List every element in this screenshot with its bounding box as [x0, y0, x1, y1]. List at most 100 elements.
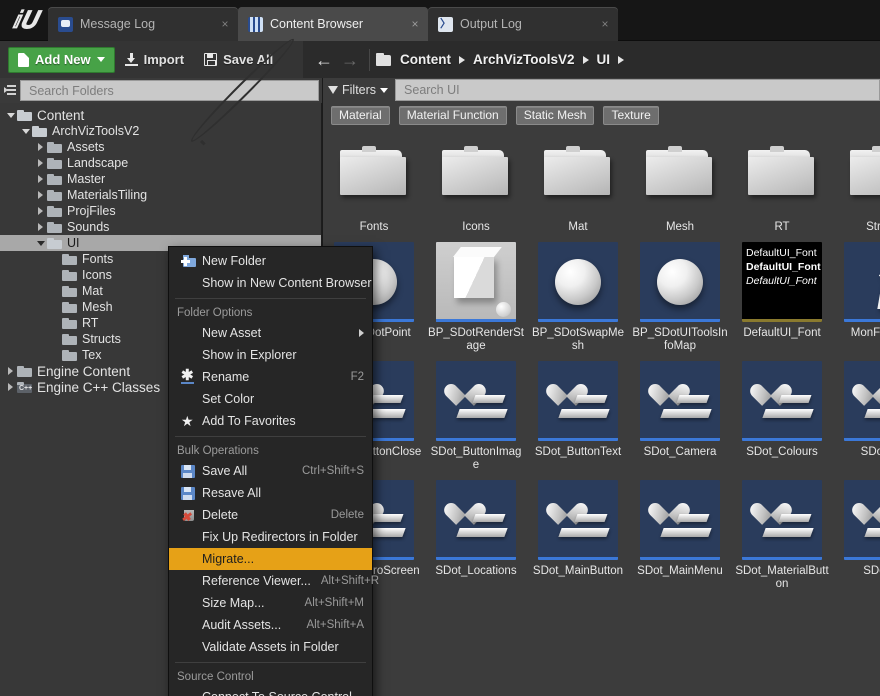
- tree-item-content[interactable]: Content: [0, 107, 321, 123]
- menu-item-add-to-favorites[interactable]: ★ Add To Favorites: [169, 410, 372, 432]
- tile-thumbnail: [436, 242, 516, 322]
- menu-item-connect-to-source-control[interactable]: Connect To Source Control: [169, 686, 372, 696]
- filters-button[interactable]: Filters: [323, 78, 395, 102]
- menu-item-size-map[interactable]: Size Map... Alt+Shift+M: [169, 592, 372, 614]
- menu-item-reference-viewer[interactable]: Reference Viewer... Alt+Shift+R: [169, 570, 379, 592]
- filter-chip-material-function[interactable]: Material Function: [398, 105, 507, 125]
- folder-thumbnail: [340, 146, 408, 200]
- asset-tile-sdot-mainbutton[interactable]: SDot_MainButton: [527, 472, 629, 591]
- menu-item-label: New Folder: [202, 254, 266, 268]
- breadcrumb-item-archviztoolsv2[interactable]: ArchVizToolsV2: [473, 52, 575, 67]
- menu-item-shortcut: F2: [350, 371, 364, 383]
- add-new-button[interactable]: Add New: [8, 46, 115, 73]
- asset-tile-sdot-camera[interactable]: SDot_Camera: [629, 353, 731, 472]
- tree-item-label: ArchVizToolsV2: [52, 124, 140, 138]
- chevron-right-icon[interactable]: [4, 383, 17, 391]
- chevron-right-icon[interactable]: [34, 143, 47, 151]
- menu-item-save-all[interactable]: Save All Ctrl+Shift+S: [169, 460, 372, 482]
- folder-tile-mesh[interactable]: Mesh: [629, 128, 731, 234]
- menu-item-delete[interactable]: ✖ Delete Delete: [169, 504, 372, 526]
- folder-tile-mat[interactable]: Mat: [527, 128, 629, 234]
- tree-item-assets[interactable]: Assets: [0, 139, 321, 155]
- filter-chip-static-mesh[interactable]: Static Mesh: [515, 105, 595, 125]
- asset-tile-sdot-m[interactable]: SDot_M: [833, 472, 880, 591]
- menu-item-resave-all[interactable]: Resave All: [169, 482, 372, 504]
- folder-tile-structs[interactable]: Structs: [833, 128, 880, 234]
- tab-output-log[interactable]: Output Log ×: [428, 7, 618, 41]
- material-function-thumbnail: f: [844, 242, 880, 322]
- menu-item-set-color[interactable]: Set Color: [169, 388, 372, 410]
- asset-grid-row: Fonts Icons Mat Mesh RT Structs: [323, 128, 880, 234]
- menu-item-migrate[interactable]: Migrate...: [169, 548, 372, 570]
- tree-item-landscape[interactable]: Landscape: [0, 155, 321, 171]
- floppy-disk-icon: [181, 464, 195, 478]
- chevron-right-icon[interactable]: [34, 191, 47, 199]
- menu-item-label: Fix Up Redirectors in Folder: [202, 530, 358, 544]
- tree-view-icon[interactable]: [0, 78, 20, 103]
- back-button[interactable]: ←: [311, 47, 337, 73]
- asset-tile-bp-sdotuitoolsinfomap[interactable]: BP_SDotUIToolsInfoMap: [629, 234, 731, 353]
- asset-tile-sdot-locations[interactable]: SDot_Locations: [425, 472, 527, 591]
- close-icon[interactable]: ×: [408, 18, 422, 30]
- menu-item-icon: [181, 486, 202, 500]
- filter-chip-material[interactable]: Material: [331, 105, 390, 125]
- menu-item-rename[interactable]: ✱ Rename F2: [169, 366, 372, 388]
- asset-tile-sdot-colours[interactable]: SDot_Colours: [731, 353, 833, 472]
- tile-thumbnail: [742, 361, 822, 441]
- asset-tile-sdot-buttonimage[interactable]: SDot_ButtonImage: [425, 353, 527, 472]
- tile-label: BP_SDotUIToolsInfoMap: [632, 327, 728, 352]
- menu-item-new-folder[interactable]: New Folder: [169, 250, 372, 272]
- asset-tile-bp-sdotrenderstage[interactable]: BP_SDotRenderStage: [425, 234, 527, 353]
- close-icon[interactable]: ×: [598, 18, 612, 30]
- tree-item-sounds[interactable]: Sounds: [0, 219, 321, 235]
- chevron-down-icon: [380, 87, 389, 93]
- asset-tile-sdot-do[interactable]: SDot_Do: [833, 353, 880, 472]
- tree-item-label: Tex: [82, 348, 102, 362]
- folder-icon: [47, 173, 62, 185]
- chevron-down-icon[interactable]: [34, 240, 47, 246]
- chevron-down-icon[interactable]: [4, 112, 17, 118]
- menu-item-validate-assets-in-folder[interactable]: Validate Assets in Folder: [169, 636, 372, 658]
- chevron-right-icon[interactable]: [34, 223, 47, 231]
- import-button[interactable]: Import: [115, 47, 194, 73]
- menu-item-label: Size Map...: [202, 596, 265, 610]
- tree-item-projfiles[interactable]: ProjFiles: [0, 203, 321, 219]
- close-icon[interactable]: ×: [218, 18, 232, 30]
- folder-tile-rt[interactable]: RT: [731, 128, 833, 234]
- folder-tile-fonts[interactable]: Fonts: [323, 128, 425, 234]
- breadcrumb-item-content[interactable]: Content: [400, 52, 451, 67]
- chevron-right-icon[interactable]: [34, 207, 47, 215]
- asset-tile-monfunction[interactable]: f MonFunction: [833, 234, 880, 353]
- search-assets-input[interactable]: Search UI: [395, 79, 880, 101]
- menu-item-show-in-explorer[interactable]: Show in Explorer: [169, 344, 372, 366]
- asset-tile-sdot-buttontext[interactable]: SDot_ButtonText: [527, 353, 629, 472]
- message-log-icon: [58, 16, 73, 32]
- menu-item-audit-assets[interactable]: Audit Assets... Alt+Shift+A: [169, 614, 372, 636]
- menu-item-label: Connect To Source Control: [202, 690, 364, 696]
- search-folders-input[interactable]: Search Folders: [20, 34, 319, 147]
- chevron-down-icon[interactable]: [19, 128, 32, 134]
- folder-tile-icons[interactable]: Icons: [425, 128, 527, 234]
- menu-item-new-asset[interactable]: New Asset: [169, 322, 372, 344]
- tab-message-log[interactable]: Message Log ×: [48, 7, 238, 41]
- chevron-right-icon[interactable]: [34, 159, 47, 167]
- tree-item-materialstiling[interactable]: MaterialsTiling: [0, 187, 321, 203]
- asset-tile-defaultui-font[interactable]: DefaultUI_Font DefaultUI_Font DefaultUI_Fo…: [731, 234, 833, 353]
- asset-tile-sdot-materialbutton[interactable]: SDot_MaterialButton: [731, 472, 833, 591]
- menu-item-fix-up-redirectors-in-folder[interactable]: Fix Up Redirectors in Folder: [169, 526, 372, 548]
- tab-content-browser[interactable]: Content Browser ×: [238, 7, 428, 41]
- breadcrumb-item-ui[interactable]: UI: [597, 52, 611, 67]
- asset-tile-sdot-mainmenu[interactable]: SDot_MainMenu: [629, 472, 731, 591]
- tree-item-label: Icons: [82, 268, 112, 282]
- asset-view-panel: Filters Search UI Material Material Funct…: [323, 78, 880, 696]
- asset-tile-bp-sdotswapmesh[interactable]: BP_SDotSwapMesh: [527, 234, 629, 353]
- tree-item-master[interactable]: Master: [0, 171, 321, 187]
- tree-item-label: RT: [82, 316, 99, 330]
- chevron-right-icon[interactable]: [4, 367, 17, 375]
- forward-button[interactable]: →: [337, 47, 363, 73]
- menu-item-label: New Asset: [202, 326, 262, 340]
- tree-item-archviztoolsv2[interactable]: ArchVizToolsV2: [0, 123, 321, 139]
- filter-chip-texture[interactable]: Texture: [603, 105, 659, 125]
- chevron-right-icon[interactable]: [34, 175, 47, 183]
- menu-item-show-in-new-content-browser[interactable]: Show in New Content Browser: [169, 272, 372, 294]
